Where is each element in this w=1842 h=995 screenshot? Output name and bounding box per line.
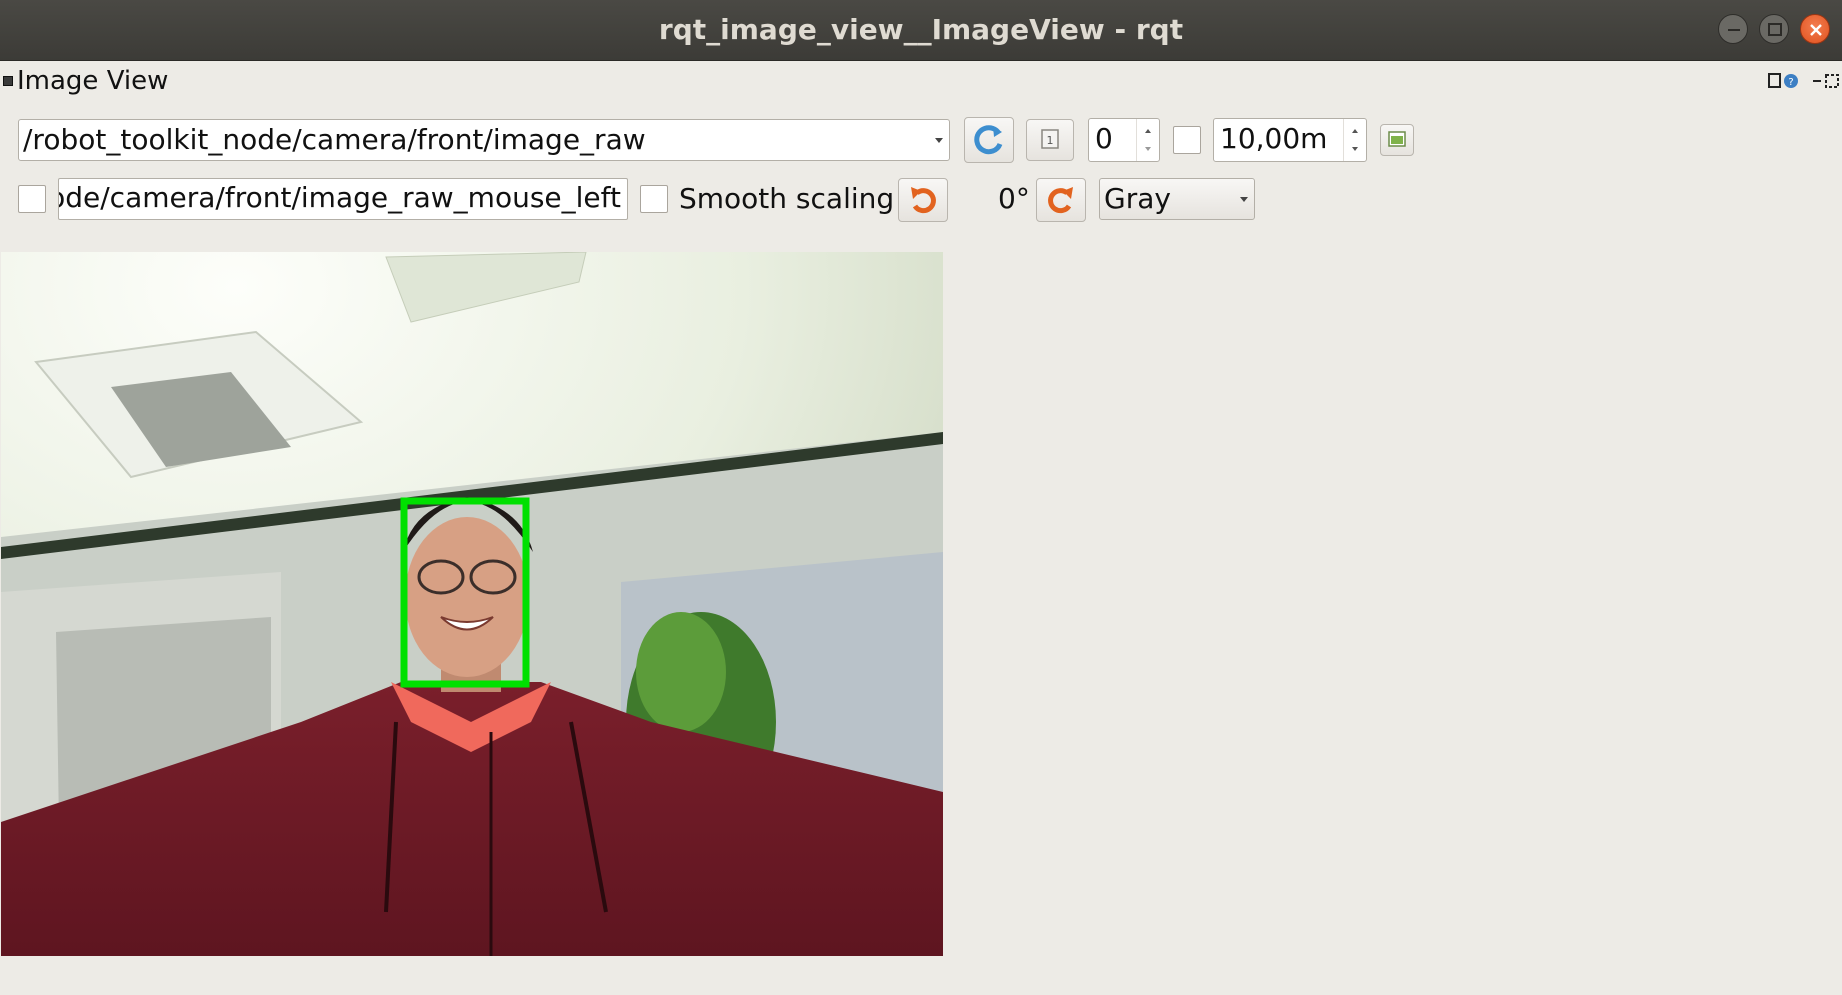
zoom-1-button[interactable]: 1 <box>1026 119 1074 161</box>
smooth-scaling-checkbox[interactable] <box>640 185 668 213</box>
max-range-spinbox[interactable]: 10,00m <box>1213 118 1367 162</box>
save-image-icon <box>1388 131 1406 147</box>
close-button[interactable] <box>1800 14 1830 44</box>
chevron-down-icon <box>935 138 943 143</box>
camera-frame <box>1 252 943 956</box>
number-spinbox[interactable]: 0 <box>1088 118 1160 162</box>
dock-handle-icon[interactable] <box>3 76 13 86</box>
rotate-right-icon <box>1048 187 1073 214</box>
camera-image[interactable] <box>1 252 943 956</box>
topic-select-value: /robot_toolkit_node/camera/front/image_r… <box>23 123 646 156</box>
svg-text:1: 1 <box>1047 134 1054 147</box>
save-image-button[interactable] <box>1380 124 1414 156</box>
number-spinbox-value: 0 <box>1095 122 1113 155</box>
chevron-down-icon <box>1240 197 1248 202</box>
spin-arrows[interactable] <box>1136 119 1159 161</box>
dock-title: Image View <box>17 66 169 96</box>
maximize-button[interactable] <box>1759 14 1789 44</box>
svg-text:?: ? <box>1788 77 1793 88</box>
close-icon <box>1810 24 1822 36</box>
publish-mouse-checkbox[interactable] <box>18 185 46 213</box>
window-titlebar[interactable]: rqt_image_view__ImageView - rqt <box>0 0 1842 61</box>
mouse-topic-value: node/camera/front/image_raw_mouse_left <box>58 181 621 214</box>
minimize-icon <box>1728 29 1740 31</box>
mouse-topic-input[interactable]: node/camera/front/image_raw_mouse_left <box>58 178 628 220</box>
smooth-scaling-label: Smooth scaling <box>679 182 895 215</box>
minimize-button[interactable] <box>1718 14 1748 44</box>
dock-help-icon[interactable]: ? <box>1768 72 1802 90</box>
rotation-value: 0° <box>998 182 1030 215</box>
max-range-value: 10,00m <box>1220 122 1328 155</box>
zoom-1-icon: 1 <box>1041 129 1059 149</box>
refresh-topics-button[interactable] <box>964 117 1014 163</box>
rotate-right-button[interactable] <box>1036 178 1086 222</box>
color-scheme-value: Gray <box>1104 182 1171 215</box>
dynamic-range-checkbox[interactable] <box>1173 126 1201 154</box>
refresh-icon <box>974 125 1003 155</box>
rotate-left-icon <box>911 187 936 214</box>
topic-select[interactable]: /robot_toolkit_node/camera/front/image_r… <box>18 119 950 161</box>
maximize-icon <box>1768 23 1782 36</box>
window-title: rqt_image_view__ImageView - rqt <box>658 13 1184 46</box>
color-scheme-select[interactable]: Gray <box>1099 178 1255 220</box>
rotate-left-button[interactable] <box>898 178 948 222</box>
dock-close-icon[interactable] <box>1812 72 1842 90</box>
spin-arrows[interactable] <box>1343 119 1366 161</box>
